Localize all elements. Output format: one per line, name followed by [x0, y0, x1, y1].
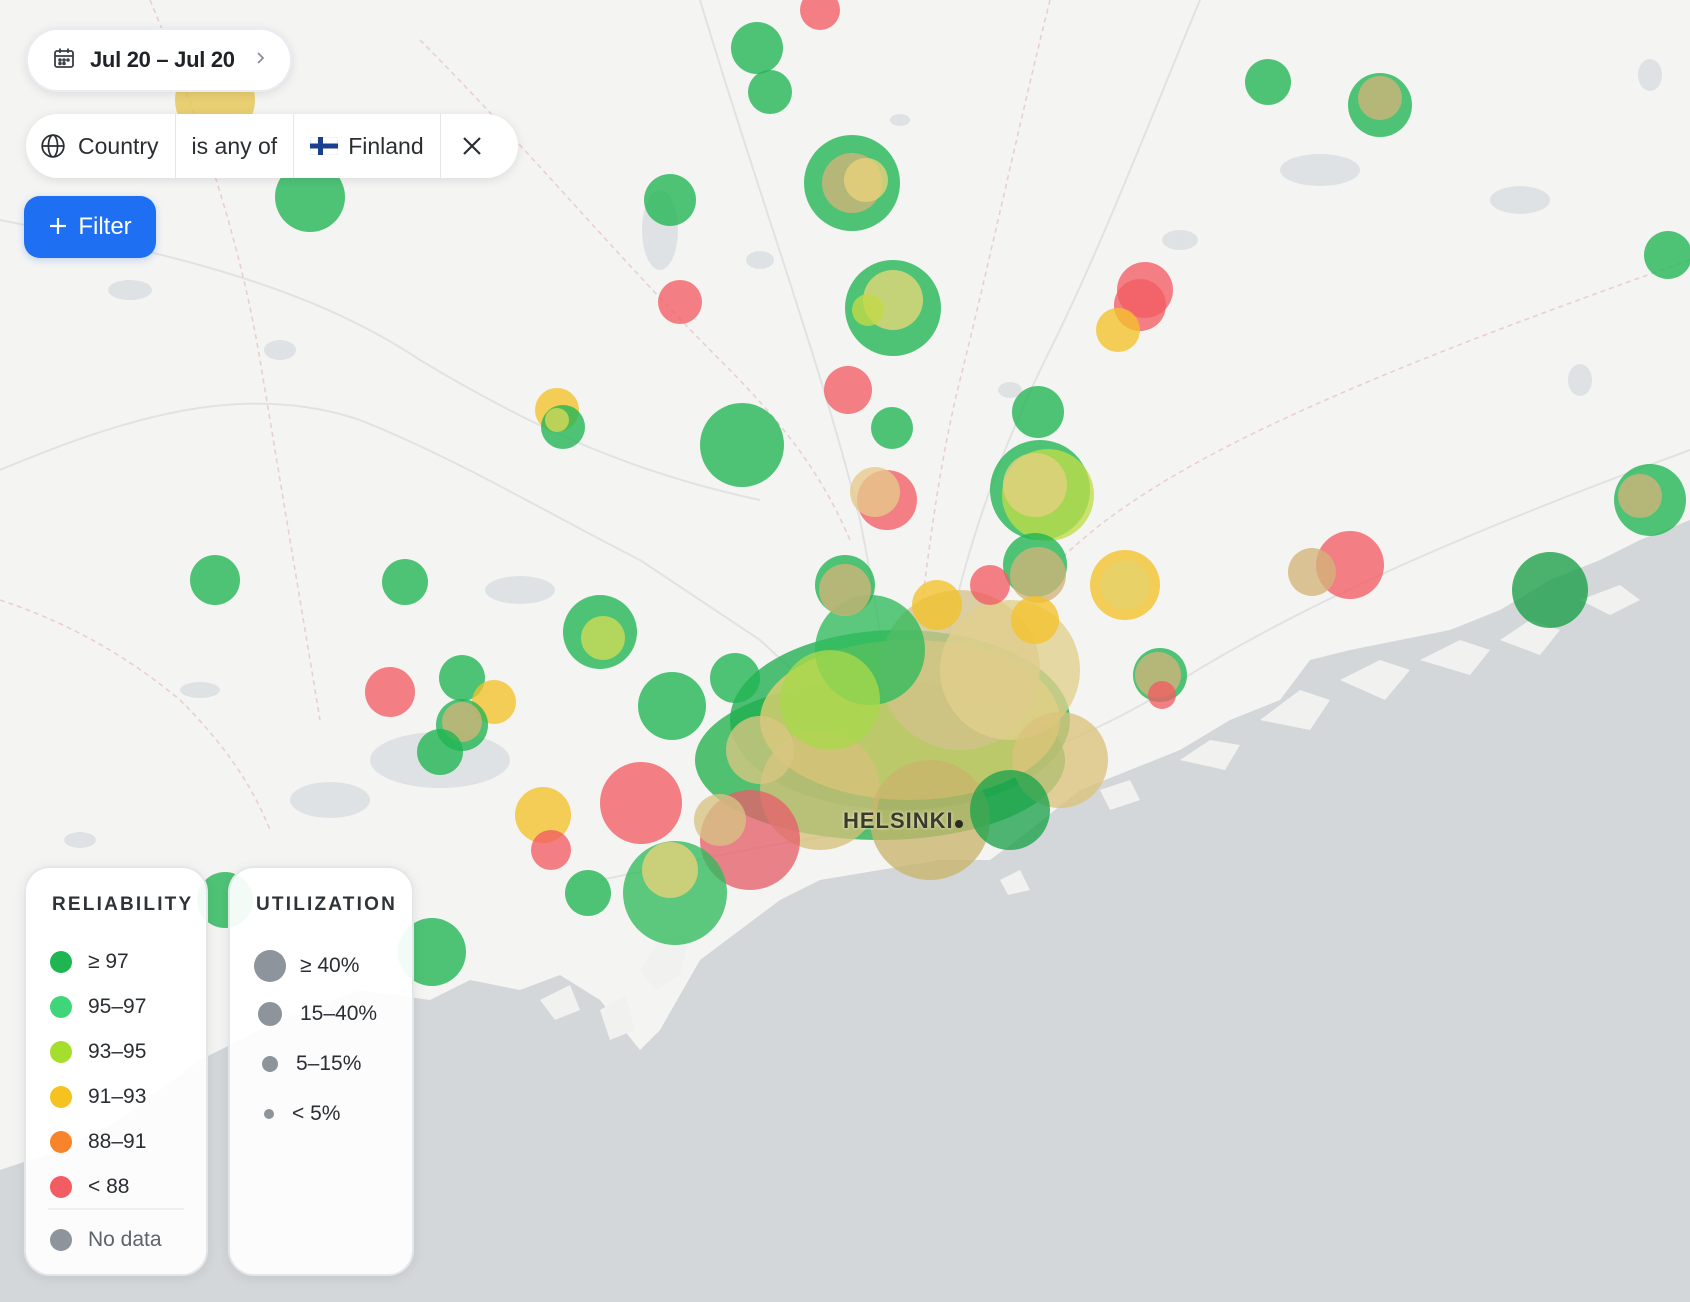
- legend-label: ≥ 40%: [300, 954, 360, 977]
- reliability-legend: RELIABILITY ≥ 97 95–97 93–95 91–93 88–91…: [24, 866, 208, 1276]
- legend-label: ≥ 97: [88, 950, 129, 973]
- legend-item-lt88: < 88: [50, 1175, 129, 1199]
- legend-label: No data: [88, 1228, 162, 1251]
- date-range-label: Jul 20 – Jul 20: [90, 47, 235, 72]
- legend-item-lt5: < 5%: [264, 1102, 340, 1126]
- legend-label: < 5%: [292, 1102, 341, 1125]
- legend-label: 15–40%: [300, 1002, 378, 1025]
- plus-icon: [48, 213, 68, 241]
- legend-label: 88–91: [88, 1130, 147, 1153]
- legend-swatch: [264, 1109, 274, 1119]
- city-marker-dot: [955, 820, 963, 828]
- chevron-right-icon[interactable]: [253, 51, 267, 70]
- legend-swatch: [258, 1002, 282, 1026]
- date-range-picker[interactable]: Jul 20 – Jul 20: [26, 28, 292, 92]
- map-view[interactable]: HELSINKI Jul 20 – Jul 20 Country is any …: [0, 0, 1690, 1302]
- legend-label: 95–97: [88, 995, 147, 1018]
- remove-filter-button[interactable]: [441, 114, 503, 178]
- legend-item-no-data: No data: [50, 1228, 162, 1252]
- legend-swatch: [50, 1041, 72, 1063]
- legend-swatch: [50, 1229, 72, 1251]
- filter-value-label: Finland: [348, 132, 424, 159]
- legend-swatch: [50, 1131, 72, 1153]
- filter-field[interactable]: Country: [26, 114, 176, 178]
- legend-item-91-93: 91–93: [50, 1085, 146, 1109]
- add-filter-label: Filter: [78, 213, 132, 240]
- add-filter-button[interactable]: Filter: [24, 196, 156, 258]
- utilization-legend-title: UTILIZATION: [256, 894, 397, 915]
- legend-label: 93–95: [88, 1040, 147, 1063]
- calendar-icon: [52, 46, 76, 75]
- legend-swatch: [50, 996, 72, 1018]
- legend-label: 5–15%: [296, 1052, 362, 1075]
- legend-item-15-40: 15–40%: [258, 1002, 377, 1026]
- legend-swatch: [50, 1176, 72, 1198]
- legend-item-5-15: 5–15%: [262, 1052, 361, 1076]
- city-label-helsinki: HELSINKI: [843, 808, 954, 833]
- globe-icon: [40, 133, 66, 159]
- reliability-legend-title: RELIABILITY: [52, 894, 194, 915]
- legend-divider: [48, 1208, 184, 1210]
- legend-item-ge97: ≥ 97: [50, 950, 129, 974]
- filter-field-label: Country: [78, 132, 159, 159]
- legend-swatch: [254, 950, 286, 982]
- legend-item-ge40: ≥ 40%: [254, 950, 359, 982]
- country-filter-chip[interactable]: Country is any of Finland: [26, 114, 518, 178]
- legend-swatch: [50, 1086, 72, 1108]
- legend-item-93-95: 93–95: [50, 1040, 146, 1064]
- finland-flag-icon: [310, 137, 339, 155]
- legend-label: < 88: [88, 1175, 130, 1198]
- legend-swatch: [262, 1056, 278, 1072]
- close-icon: [461, 135, 483, 157]
- filter-value[interactable]: Finland: [294, 114, 441, 178]
- utilization-legend: UTILIZATION ≥ 40% 15–40% 5–15% < 5%: [228, 866, 414, 1276]
- filter-operator[interactable]: is any of: [176, 114, 295, 178]
- legend-label: 91–93: [88, 1085, 147, 1108]
- legend-swatch: [50, 951, 72, 973]
- legend-item-88-91: 88–91: [50, 1130, 146, 1154]
- filter-operator-label: is any of: [191, 132, 278, 159]
- legend-item-95-97: 95–97: [50, 995, 146, 1019]
